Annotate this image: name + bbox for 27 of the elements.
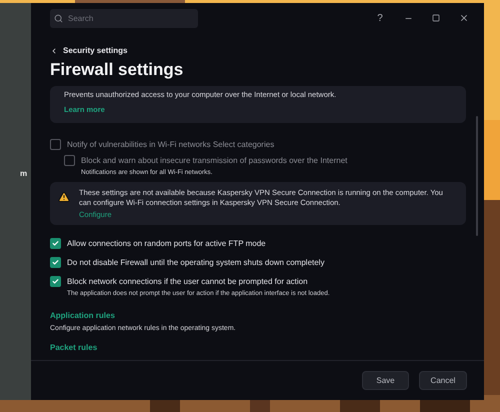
help-button[interactable]: ? bbox=[366, 7, 394, 29]
section-link[interactable]: Packet rules bbox=[50, 343, 98, 352]
back-link[interactable]: Security settings bbox=[50, 46, 128, 55]
back-icon bbox=[50, 46, 58, 54]
scrollbar[interactable] bbox=[476, 116, 478, 236]
checkbox-label: Block and warn about insecure transmission of passwords over the Internet bbox=[81, 154, 348, 166]
checkbox-label: Notify of vulnerabilities in Wi-Fi networks Select categories bbox=[67, 138, 274, 150]
search-field[interactable]: Search bbox=[50, 8, 198, 28]
check-icon bbox=[52, 240, 59, 248]
checkbox[interactable] bbox=[50, 257, 61, 268]
search-input[interactable]: Search bbox=[68, 14, 178, 22]
save-button[interactable]: Save bbox=[362, 371, 409, 390]
checkbox-label: Allow connections on random ports for active FTP mode bbox=[67, 238, 266, 250]
warning-icon bbox=[58, 190, 70, 203]
search-icon bbox=[54, 14, 63, 22]
checkbox-label: Do not disable Firewall until the operating system shuts down completely bbox=[67, 257, 324, 268]
page-title: Firewall settings bbox=[50, 60, 184, 80]
checkbox[interactable] bbox=[50, 238, 61, 250]
check-icon bbox=[52, 259, 59, 266]
check-icon bbox=[52, 278, 59, 286]
close-icon bbox=[459, 13, 469, 23]
checkbox[interactable] bbox=[50, 276, 61, 288]
section-link[interactable]: Application rules bbox=[50, 311, 115, 320]
cancel-button[interactable]: Cancel bbox=[419, 371, 467, 390]
maximize-icon bbox=[432, 14, 440, 22]
window-text: m bbox=[20, 169, 28, 178]
checkbox-label: Block network connections if the user cannot be prompted for action bbox=[67, 276, 309, 288]
